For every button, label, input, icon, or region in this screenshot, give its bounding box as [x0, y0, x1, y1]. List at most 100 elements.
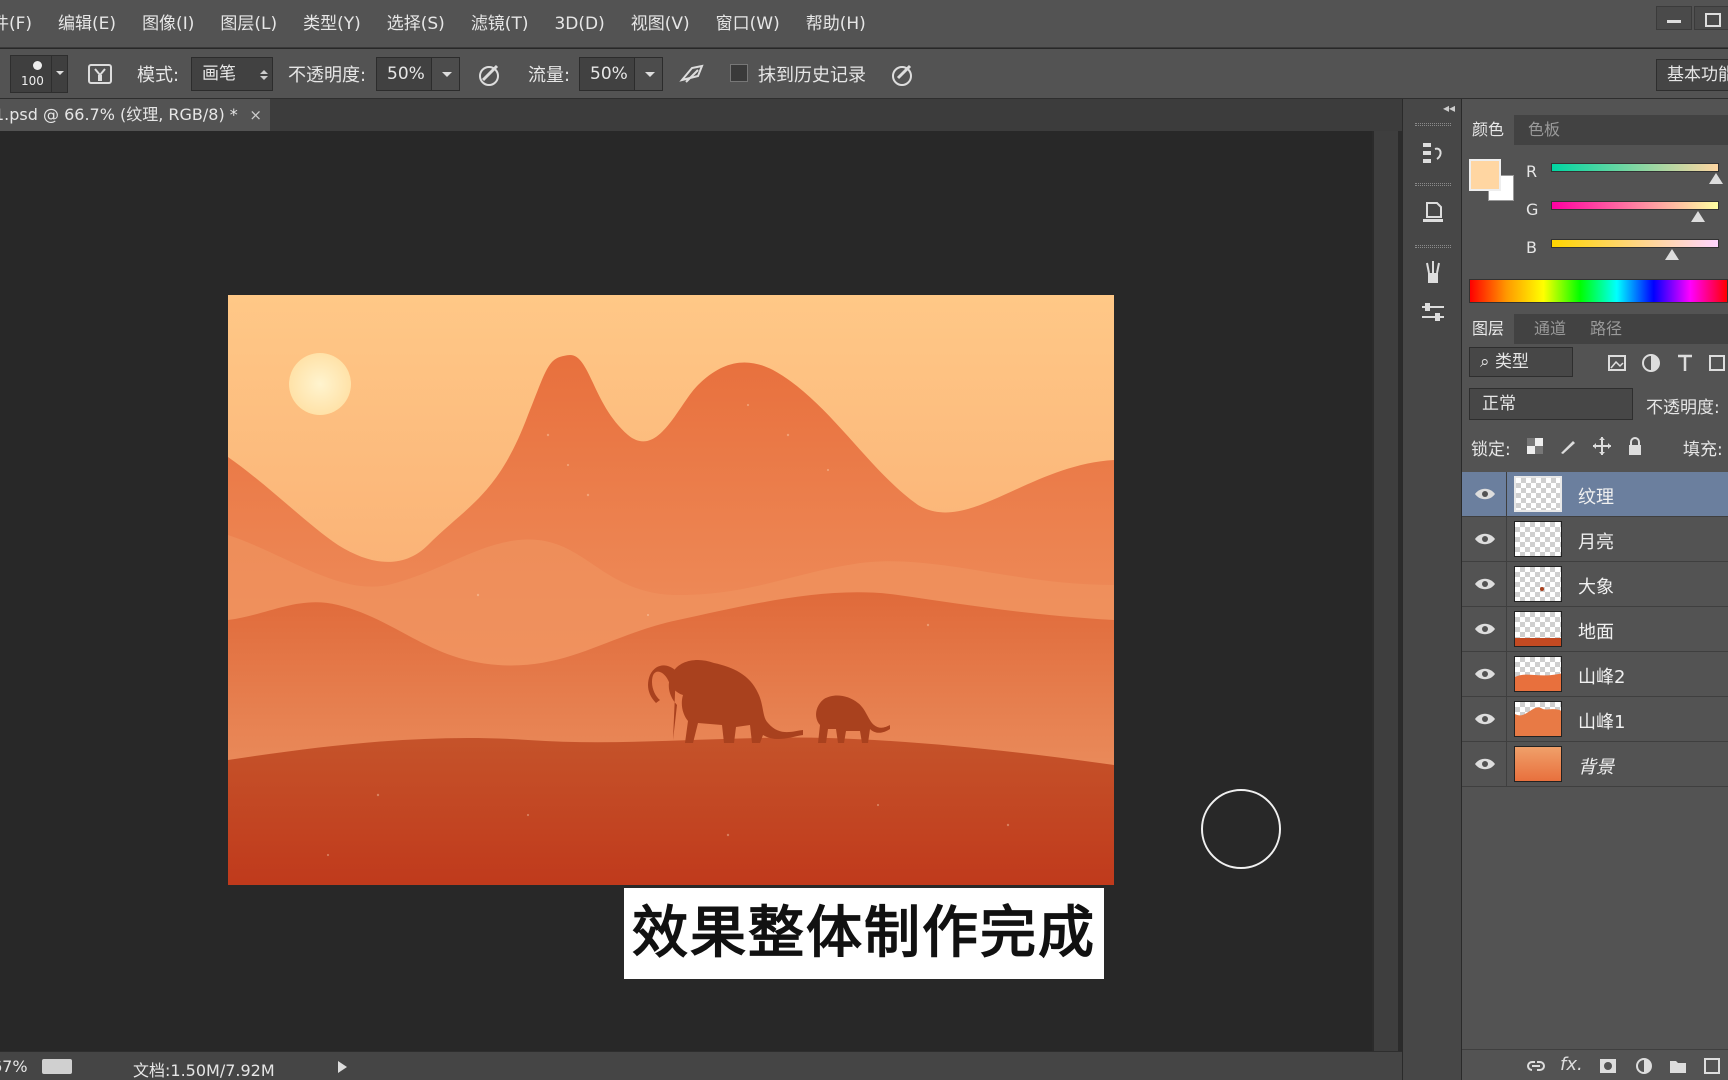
document-tab[interactable]: 1.psd @ 66.7% (纹理, RGB/8) * ×: [0, 99, 270, 131]
new-adjustment-layer-icon[interactable]: [1634, 1056, 1654, 1076]
scrollbar-thumb[interactable]: [1374, 131, 1398, 1051]
adjustments-icon[interactable]: [1419, 299, 1447, 327]
brush-tip-icon: [33, 61, 42, 70]
shape-layer-filter-icon[interactable]: [1706, 352, 1728, 374]
brush-preset-picker[interactable]: 100: [10, 55, 68, 93]
layer-name[interactable]: 纹理: [1578, 483, 1614, 509]
layer-name[interactable]: 月亮: [1578, 528, 1614, 554]
menu-help[interactable]: 帮助(H): [793, 0, 879, 48]
pixel-layer-filter-icon[interactable]: [1606, 352, 1628, 374]
add-mask-icon[interactable]: [1598, 1056, 1618, 1076]
menu-type[interactable]: 类型(Y): [290, 0, 374, 48]
tab-layers[interactable]: 图层: [1462, 314, 1515, 344]
lock-position-icon[interactable]: [1592, 436, 1612, 456]
chevron-down-icon[interactable]: [51, 56, 67, 92]
tab-color[interactable]: 颜色: [1462, 115, 1515, 145]
flow-field[interactable]: 50%: [579, 57, 663, 91]
pressure-size-icon[interactable]: [888, 60, 916, 88]
spinner-icon: [260, 64, 268, 84]
lock-image-pixels-icon[interactable]: [1558, 436, 1578, 456]
menu-window[interactable]: 窗口(W): [703, 0, 793, 48]
layer-row[interactable]: 纹理: [1462, 472, 1728, 517]
menu-file[interactable]: 件(F): [0, 0, 45, 48]
layer-row[interactable]: 山峰2: [1462, 652, 1728, 697]
visibility-eye-icon[interactable]: [1474, 709, 1496, 729]
airbrush-icon[interactable]: [678, 60, 706, 88]
menu-edit[interactable]: 编辑(E): [45, 0, 129, 48]
layer-style-icon[interactable]: fx.: [1560, 1054, 1583, 1075]
green-slider-knob[interactable]: [1691, 211, 1705, 222]
visibility-eye-icon[interactable]: [1474, 529, 1496, 549]
restore-button[interactable]: [1694, 6, 1728, 30]
document-tab-bar: 1.psd @ 66.7% (纹理, RGB/8) * ×: [0, 99, 1402, 131]
link-layers-icon[interactable]: [1526, 1056, 1546, 1076]
strip-grip: [1415, 183, 1451, 186]
layer-row[interactable]: 背景: [1462, 742, 1728, 787]
visibility-eye-icon[interactable]: [1474, 619, 1496, 639]
foreground-color-swatch[interactable]: [1469, 159, 1501, 191]
mode-label: 模式:: [137, 65, 180, 86]
layer-row[interactable]: 大象: [1462, 562, 1728, 607]
layer-name[interactable]: 山峰1: [1578, 708, 1625, 734]
menu-layer[interactable]: 图层(L): [207, 0, 290, 48]
blue-slider[interactable]: [1551, 239, 1719, 248]
brush-panel-toggle-icon[interactable]: [86, 60, 114, 88]
menu-3d[interactable]: 3D(D): [541, 0, 617, 48]
divider: [1506, 472, 1507, 517]
layer-filter-select[interactable]: ⌕ 类型: [1469, 347, 1573, 377]
minimize-button[interactable]: [1656, 6, 1692, 30]
zoom-level[interactable]: 67%: [0, 1057, 28, 1076]
red-slider[interactable]: [1551, 163, 1719, 172]
zoom-mode-icon: [42, 1059, 72, 1074]
type-layer-filter-icon[interactable]: [1674, 352, 1696, 374]
3d-panel-icon[interactable]: [1419, 197, 1447, 225]
layers-list: 纹理 月亮 大象 地面 山峰2 山峰1 背景: [1462, 472, 1728, 787]
history-panel-icon[interactable]: [1419, 139, 1447, 167]
opacity-field[interactable]: 50%: [376, 57, 460, 91]
layer-name[interactable]: 地面: [1578, 618, 1614, 644]
color-spectrum-ramp[interactable]: [1469, 279, 1728, 303]
layer-row[interactable]: 月亮: [1462, 517, 1728, 562]
tab-paths[interactable]: 路径: [1580, 314, 1632, 344]
close-icon[interactable]: ×: [249, 99, 262, 131]
lock-label: 锁定:: [1471, 440, 1511, 460]
blue-slider-knob[interactable]: [1665, 249, 1679, 260]
pressure-opacity-icon[interactable]: [475, 60, 503, 88]
blend-mode-select[interactable]: 正常: [1469, 388, 1633, 420]
brush-presets-icon[interactable]: [1419, 259, 1447, 287]
erase-history-checkbox[interactable]: [730, 64, 748, 82]
canvas-artwork[interactable]: [228, 295, 1114, 885]
adjustment-layer-filter-icon[interactable]: [1640, 352, 1662, 374]
menu-view[interactable]: 视图(V): [618, 0, 703, 48]
visibility-eye-icon[interactable]: [1474, 754, 1496, 774]
red-slider-knob[interactable]: [1709, 173, 1723, 184]
chevron-down-icon[interactable]: [431, 58, 459, 90]
green-slider[interactable]: [1551, 201, 1719, 210]
collapse-panels-icon[interactable]: ◂◂: [1443, 101, 1455, 115]
layer-thumbnail: [1514, 746, 1562, 782]
layer-row[interactable]: 地面: [1462, 607, 1728, 652]
layer-name[interactable]: 背景: [1578, 753, 1614, 779]
mode-select[interactable]: 画笔: [191, 57, 273, 91]
tab-channels[interactable]: 通道: [1524, 314, 1576, 344]
layer-row[interactable]: 山峰1: [1462, 697, 1728, 742]
vertical-scrollbar[interactable]: [1372, 131, 1402, 1051]
channel-g-label: G: [1526, 200, 1539, 219]
menu-bar: 件(F) 编辑(E) 图像(I) 图层(L) 类型(Y) 选择(S) 滤镜(T)…: [0, 0, 1728, 48]
visibility-eye-icon[interactable]: [1474, 664, 1496, 684]
new-layer-icon[interactable]: [1702, 1056, 1722, 1076]
workspace-switcher[interactable]: 基本功能: [1656, 59, 1728, 91]
lock-transparency-icon[interactable]: [1525, 436, 1545, 456]
layer-name[interactable]: 山峰2: [1578, 663, 1625, 689]
visibility-eye-icon[interactable]: [1474, 484, 1496, 504]
menu-select[interactable]: 选择(S): [374, 0, 458, 48]
new-group-icon[interactable]: [1668, 1056, 1688, 1076]
layer-name[interactable]: 大象: [1578, 573, 1614, 599]
lock-all-icon[interactable]: [1625, 436, 1645, 456]
tab-swatches[interactable]: 色板: [1518, 115, 1570, 145]
menu-image[interactable]: 图像(I): [129, 0, 207, 48]
menu-filter[interactable]: 滤镜(T): [458, 0, 542, 48]
visibility-eye-icon[interactable]: [1474, 574, 1496, 594]
play-arrow-icon[interactable]: [338, 1061, 353, 1073]
chevron-down-icon[interactable]: [634, 58, 662, 90]
